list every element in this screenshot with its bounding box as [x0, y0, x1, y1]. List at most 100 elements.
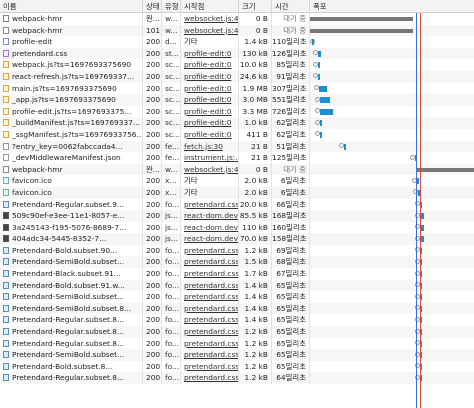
request-initiator-text[interactable]: profile-edit:0 [184, 72, 231, 81]
table-row[interactable]: favicon.ico 200 x... 기타 2.0 kB 6밀리초 [0, 175, 474, 187]
table-row[interactable]: Pretendard-SemiBold.subset.8... 200 fo... p… [0, 302, 474, 315]
request-initiator-text[interactable]: profile-edit:0 [184, 118, 231, 127]
request-name[interactable]: webpack-hmr [12, 26, 62, 35]
request-initiator-text[interactable]: profile-edit:0 [184, 49, 231, 58]
table-row[interactable]: profile-edit 200 d... 기타 1.4 kB 110밀리초 [0, 36, 474, 48]
column-waterfall-header[interactable]: 폭포 [310, 0, 474, 13]
request-name[interactable]: 509c90ef-e3ee-11e1-8057-e... [12, 211, 124, 220]
request-initiator[interactable]: fetch.js:30 [181, 140, 239, 153]
request-name-cell[interactable]: ?entry_key=0062fabccada4... [0, 140, 143, 153]
request-name-cell[interactable]: webpack-hmr [0, 163, 143, 176]
request-initiator[interactable]: react-dom.deve... [181, 233, 239, 245]
column-initiator-header[interactable]: 시작점 [181, 0, 239, 13]
column-size-header[interactable]: 크기 [239, 0, 272, 13]
table-row[interactable]: Pretendard-Black.subset.91... 200 fo... pre… [0, 268, 474, 280]
request-name-cell[interactable]: _app.js?ts=1697693375690 [0, 94, 143, 106]
table-row[interactable]: Pretendard-SemiBold.subset... 200 fo... pre… [0, 256, 474, 269]
request-initiator-text[interactable]: pretendard.css [184, 373, 238, 382]
request-initiator[interactable]: websocket.js:45 [181, 163, 239, 176]
table-row[interactable]: main.js?ts=1697693375690 200 sc... profile-… [0, 82, 474, 95]
request-initiator-text[interactable]: pretendard.css [184, 257, 238, 266]
request-name[interactable]: 404adc34-5445-8352-7... [12, 234, 106, 243]
request-name[interactable]: Pretendard-Regular.subset.8... [12, 315, 124, 324]
request-initiator[interactable]: pretendard.css [181, 244, 239, 257]
request-name-cell[interactable]: favicon.ico [0, 175, 143, 187]
request-name[interactable]: webpack.js?ts=1697693375690 [12, 60, 131, 69]
request-name-cell[interactable]: Pretendard-Bold.subset.91.w... [0, 279, 143, 292]
table-row[interactable]: Pretendard-Bold.subset.90... 200 fo... pret… [0, 244, 474, 257]
request-initiator-text[interactable]: pretendard.css [184, 327, 238, 336]
request-initiator-text[interactable]: pretendard.css [184, 246, 238, 255]
request-initiator[interactable]: pretendard.css [181, 268, 239, 280]
request-name[interactable]: Pretendard-Regular.subset.9... [12, 200, 124, 209]
request-name[interactable]: _ssgManifest.js?ts=16976933756... [12, 130, 142, 139]
request-name[interactable]: Pretendard-Regular.subset.8... [12, 339, 124, 348]
request-initiator[interactable]: profile-edit:0 [181, 70, 239, 83]
request-name[interactable]: 3a245143-f195-5076-8689-7... [12, 223, 126, 232]
request-name-cell[interactable]: Pretendard-Regular.subset.8... [0, 314, 143, 327]
request-initiator-text[interactable]: react-dom.deve... [184, 223, 238, 232]
request-name-cell[interactable]: 3a245143-f195-5076-8689-7... [0, 221, 143, 234]
request-initiator-text[interactable]: react-dom.deve... [184, 211, 238, 220]
request-name-cell[interactable]: Pretendard-SemiBold.subset... [0, 256, 143, 269]
request-initiator-text[interactable]: 기타 [184, 176, 198, 185]
request-initiator-text[interactable]: 기타 [184, 37, 198, 46]
request-name-cell[interactable]: profile-edit [0, 36, 143, 48]
request-name-cell[interactable]: profile-edit.js?ts=1697693375... [0, 105, 143, 118]
request-initiator-text[interactable]: profile-edit:0 [184, 107, 231, 116]
table-row[interactable]: Pretendard-Regular.subset.8... 200 fo... pr… [0, 372, 474, 384]
table-row[interactable]: profile-edit.js?ts=1697693375... 200 sc...… [0, 105, 474, 118]
request-initiator[interactable]: react-dom.deve... [181, 221, 239, 234]
request-name-cell[interactable]: webpack.js?ts=1697693375690 [0, 59, 143, 71]
table-row[interactable]: Pretendard-SemiBold.subset... 200 fo... pre… [0, 349, 474, 361]
request-initiator-text[interactable]: pretendard.css [184, 200, 238, 209]
request-initiator[interactable]: 기타 [181, 186, 239, 199]
request-name[interactable]: ?entry_key=0062fabccada4... [12, 142, 123, 151]
request-name-cell[interactable]: Pretendard-Regular.subset.9... [0, 198, 143, 211]
table-row[interactable]: Pretendard-Bold.subset.8... 200 fo... prete… [0, 360, 474, 373]
request-name-cell[interactable]: _buildManifest.js?ts=169769337... [0, 117, 143, 129]
request-initiator-text[interactable]: react-dom.deve... [184, 234, 238, 243]
table-row[interactable]: 3a245143-f195-5076-8689-7... 200 js... reac… [0, 221, 474, 234]
request-name-cell[interactable]: _ssgManifest.js?ts=16976933756... [0, 128, 143, 141]
request-name-cell[interactable]: Pretendard-SemiBold.subset.8... [0, 302, 143, 315]
request-name-cell[interactable]: Pretendard-SemiBold.subset... [0, 349, 143, 361]
request-initiator[interactable]: pretendard.css [181, 291, 239, 303]
request-name[interactable]: Pretendard-SemiBold.subset... [12, 350, 124, 359]
table-row[interactable]: Pretendard-Bold.subset.91.w... 200 fo... pr… [0, 279, 474, 292]
request-name-cell[interactable]: webpack-hmr [0, 24, 143, 37]
request-initiator[interactable]: profile-edit:0 [181, 128, 239, 141]
table-row[interactable]: Pretendard-SemiBold.subset... 200 fo... pre… [0, 291, 474, 303]
request-initiator[interactable]: pretendard.css [181, 302, 239, 315]
table-row[interactable]: Pretendard-Regular.subset.8... 200 fo... pr… [0, 337, 474, 350]
column-status-header[interactable]: 상태 [143, 0, 162, 13]
table-row[interactable]: webpack-hmr 101 w... websocket.js:45 0 B 대기 중 [0, 24, 474, 37]
request-initiator-text[interactable]: pretendard.css [184, 304, 238, 313]
table-row[interactable]: 404adc34-5445-8352-7... 200 js... react-dom… [0, 233, 474, 245]
request-name[interactable]: _devMiddlewareManifest.json [12, 153, 121, 162]
request-initiator[interactable]: react-dom.deve... [181, 210, 239, 222]
request-name[interactable]: Pretendard-Black.subset.91... [12, 269, 121, 278]
request-initiator-text[interactable]: websocket.js:45 [184, 165, 238, 174]
request-name[interactable]: main.js?ts=1697693375690 [12, 84, 117, 93]
request-name[interactable]: react-refresh.js?ts=169769337... [12, 72, 134, 81]
request-name-cell[interactable]: Pretendard-Bold.subset.8... [0, 360, 143, 373]
request-name[interactable]: favicon.ico [12, 188, 52, 197]
table-row[interactable]: _app.js?ts=1697693375690 200 sc... profile-… [0, 94, 474, 106]
request-initiator[interactable]: pretendard.css [181, 337, 239, 350]
table-row[interactable]: react-refresh.js?ts=169769337... 200 sc...… [0, 70, 474, 83]
table-row[interactable]: Pretendard-Regular.subset.8... 200 fo... pr… [0, 326, 474, 338]
request-initiator[interactable]: websocket.js:45 [181, 24, 239, 37]
table-row[interactable]: pretendard.css 200 st... profile-edit:0 130 … [0, 47, 474, 60]
request-name[interactable]: webpack-hmr [12, 165, 62, 174]
request-initiator-text[interactable]: profile-edit:0 [184, 60, 231, 69]
request-initiator-text[interactable]: instrument.js:... [184, 153, 238, 162]
request-initiator[interactable]: profile-edit:0 [181, 59, 239, 71]
request-initiator-text[interactable]: pretendard.css [184, 339, 238, 348]
request-name[interactable]: Pretendard-Bold.subset.8... [12, 362, 112, 371]
request-name-cell[interactable]: Pretendard-SemiBold.subset... [0, 291, 143, 303]
request-initiator[interactable]: 기타 [181, 175, 239, 187]
request-name[interactable]: pretendard.css [12, 49, 67, 58]
request-initiator-text[interactable]: 기타 [184, 188, 198, 197]
request-name-cell[interactable]: Pretendard-Regular.subset.8... [0, 372, 143, 384]
